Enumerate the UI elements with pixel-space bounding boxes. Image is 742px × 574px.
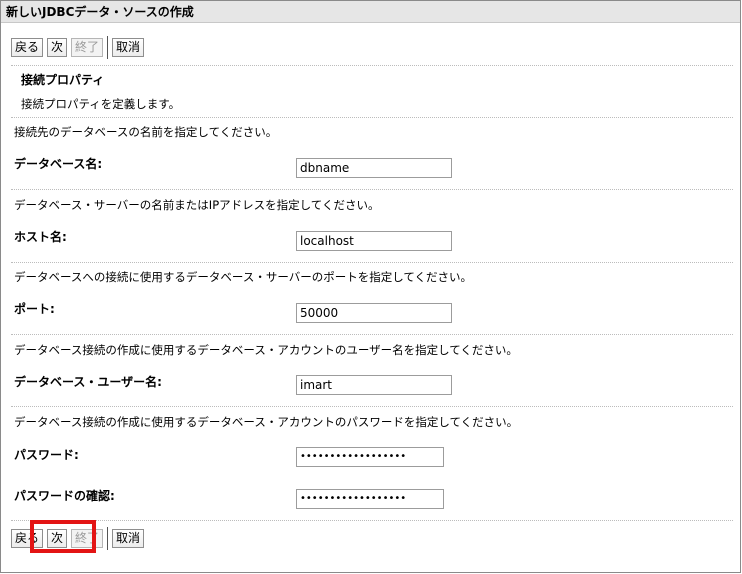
divider [11,262,733,263]
top-button-bar: 戻る 次 終了 取消 [11,36,148,59]
cancel-button[interactable]: 取消 [112,529,145,548]
cancel-button[interactable]: 取消 [112,38,145,57]
back-button[interactable]: 戻る [11,529,44,548]
finish-button: 終了 [71,38,104,57]
button-separator [107,527,109,550]
db-user-input[interactable] [296,375,452,395]
divider [11,65,733,66]
button-separator [107,36,109,59]
password-confirm-label: パスワードの確認: [14,489,115,503]
section-title: 接続プロパティ [21,73,105,87]
host-name-label: ホスト名: [14,230,67,244]
port-input[interactable] [296,303,452,323]
db-user-label: データベース・ユーザー名: [14,375,162,389]
divider [11,334,733,335]
divider [11,117,733,118]
password-confirm-input[interactable]: •••••••••••••••••• [296,489,444,509]
database-name-input[interactable] [296,158,452,178]
section-description: 接続プロパティを定義します。 [21,97,181,111]
divider [11,189,733,190]
window-title: 新しいJDBCデータ・ソースの作成 [1,1,740,23]
database-name-help: 接続先のデータベースの名前を指定してください。 [14,125,278,139]
port-label: ポート: [14,302,55,316]
host-name-help: データベース・サーバーの名前またはIPアドレスを指定してください。 [14,198,380,212]
finish-button: 終了 [71,529,104,548]
next-button[interactable]: 次 [47,529,68,548]
port-help: データベースへの接続に使用するデータベース・サーバーのポートを指定してください。 [14,270,473,284]
password-label: パスワード: [14,448,79,462]
database-name-label: データベース名: [14,157,103,171]
password-input[interactable]: •••••••••••••••••• [296,447,444,467]
back-button[interactable]: 戻る [11,38,44,57]
host-name-input[interactable] [296,231,452,251]
wizard-window: 新しいJDBCデータ・ソースの作成 戻る 次 終了 取消 接続プロパティ 接続プ… [0,0,741,573]
db-user-help: データベース接続の作成に使用するデータベース・アカウントのユーザー名を指定してく… [14,343,518,357]
next-button[interactable]: 次 [47,38,68,57]
password-help: データベース接続の作成に使用するデータベース・アカウントのパスワードを指定してく… [14,415,519,429]
divider [11,520,733,521]
divider [11,406,733,407]
bottom-button-bar: 戻る 次 終了 取消 [11,527,148,550]
